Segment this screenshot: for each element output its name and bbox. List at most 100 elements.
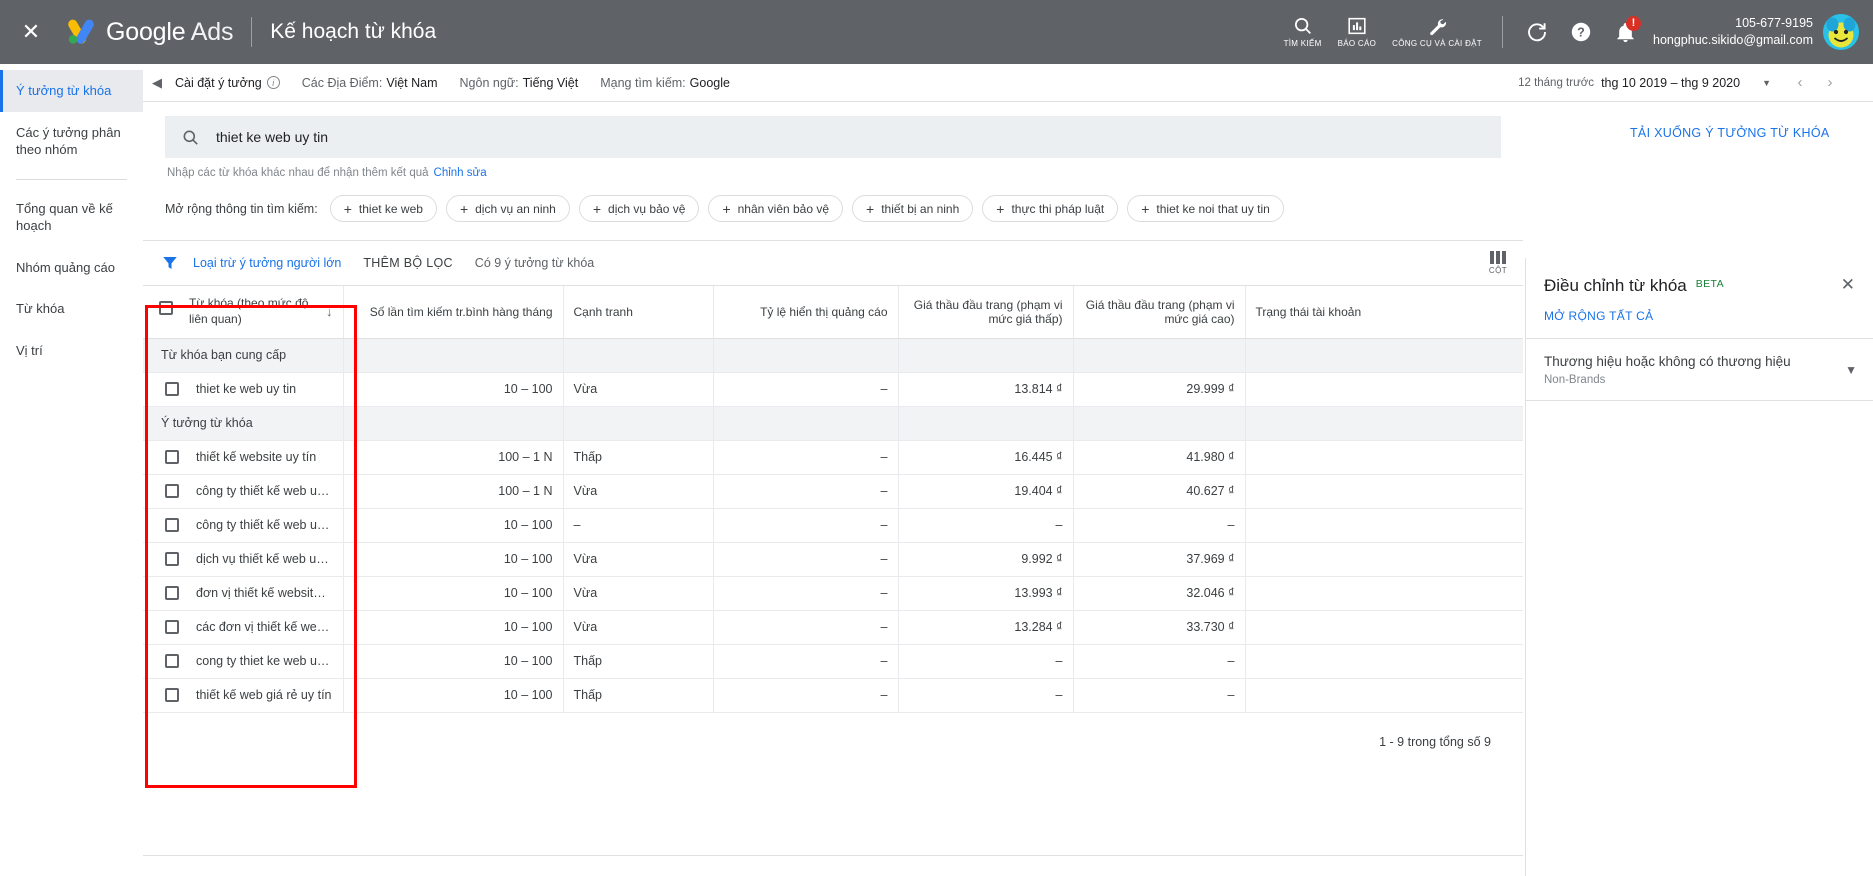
row-checkbox[interactable] [165, 620, 179, 634]
select-all-checkbox[interactable] [159, 301, 173, 315]
edit-keywords-link[interactable]: Chỉnh sửa [434, 167, 487, 179]
expand-all-button[interactable]: MỞ RỘNG TẤT CẢ [1526, 296, 1873, 338]
language-filter[interactable]: Ngôn ngữ: Tiếng Việt [460, 76, 579, 90]
filter-funnel-icon[interactable] [161, 254, 179, 272]
keyword-search-input[interactable]: thiet ke web uy tin [165, 116, 1501, 158]
row-checkbox[interactable] [165, 382, 179, 396]
sidebar-item-plan-overview[interactable]: Tổng quan về kế hoạch [0, 188, 143, 247]
cell-bid-low: 9.992 ₫ [898, 542, 1073, 576]
google-ads-keyword-planner-page: ✕ Google Ads Kế hoạch từ khóa TÌM KIẾM B… [0, 0, 1873, 876]
keyword-text: thiết kế web giá rẻ uy tín [196, 688, 332, 702]
notifications-button[interactable]: ! [1603, 10, 1647, 54]
expand-chip-4[interactable]: +thiết bị an ninh [852, 195, 973, 222]
reports-nav-button[interactable]: BÁO CÁO [1330, 0, 1385, 64]
close-icon[interactable]: ✕ [1841, 276, 1855, 293]
chevron-left-icon[interactable]: ‹ [1785, 74, 1815, 91]
cell-keyword: cong ty thiet ke web uy tin [143, 644, 343, 678]
column-header-competition[interactable]: Cạnh tranh [563, 286, 713, 338]
locations-filter[interactable]: Các Địa Điểm: Việt Nam [302, 76, 438, 90]
row-checkbox[interactable] [165, 552, 179, 566]
column-header-account-status[interactable]: Trạng thái tài khoản [1245, 286, 1523, 338]
expand-chip-3[interactable]: +nhân viên bảo vệ [708, 195, 843, 222]
close-icon[interactable]: ✕ [14, 15, 48, 49]
column-header-top-of-page-bid-high[interactable]: Giá thầu đầu trang (phạm vi mức giá cao) [1073, 286, 1245, 338]
expand-chip-1[interactable]: +dịch vụ an ninh [446, 195, 570, 222]
table-row[interactable]: thiết kế website uy tín 100 – 1 N Thấp –… [143, 440, 1523, 474]
sidebar-item-keyword-ideas[interactable]: Ý tưởng từ khóa [0, 70, 143, 112]
cell-bid-high: 37.969 ₫ [1073, 542, 1245, 576]
info-icon[interactable]: i [267, 76, 280, 89]
refine-row-brands[interactable]: Thương hiệu hoặc không có thương hiệu No… [1526, 338, 1873, 401]
brand-google: Google [106, 18, 185, 46]
expand-chip-6[interactable]: +thiet ke noi that uy tin [1127, 195, 1284, 222]
sidebar-item-ad-groups[interactable]: Nhóm quảng cáo [0, 247, 143, 289]
row-checkbox[interactable] [165, 688, 179, 702]
chevron-down-icon[interactable]: ▼ [1762, 78, 1771, 88]
cell-ad-impression-share: – [713, 440, 898, 474]
cell-competition: Thấp [563, 440, 713, 474]
row-checkbox[interactable] [165, 484, 179, 498]
sidebar-item-label: Các ý tưởng phân theo nhóm [16, 125, 121, 158]
expand-chip-0[interactable]: +thiet ke web [330, 195, 437, 222]
table-row[interactable]: đơn vị thiết kế website uy … 10 – 100 Vừ… [143, 576, 1523, 610]
column-header-top-of-page-bid-low[interactable]: Giá thầu đầu trang (phạm vi mức giá thấp… [898, 286, 1073, 338]
table-header-row: Từ khóa (theo mức độ liên quan) ↓ Số lần… [143, 286, 1523, 338]
tools-settings-nav-button[interactable]: CÔNG CỤ VÀ CÀI ĐẶT [1384, 0, 1490, 64]
cell-competition: Vừa [563, 542, 713, 576]
column-header-keyword[interactable]: Từ khóa (theo mức độ liên quan) ↓ [143, 286, 343, 338]
row-checkbox[interactable] [165, 450, 179, 464]
table-row[interactable]: cong ty thiet ke web uy tin 10 – 100 Thấ… [143, 644, 1523, 678]
table-group-header: Ý tưởng từ khóa [143, 406, 1523, 440]
table-row[interactable]: thiết kế web giá rẻ uy tín 10 – 100 Thấp… [143, 678, 1523, 712]
expand-chip-5[interactable]: +thực thi pháp luật [982, 195, 1118, 222]
table-row[interactable]: công ty thiết kế web uy tín… 10 – 100 – … [143, 508, 1523, 542]
search-input-value: thiet ke web uy tin [216, 129, 328, 145]
columns-button[interactable]: CỘT [1489, 251, 1507, 275]
search-icon [1292, 15, 1314, 37]
help-icon: ? [1569, 20, 1593, 44]
result-count-label: Có 9 ý tưởng từ khóa [475, 256, 594, 270]
sidebar-item-locations[interactable]: Vị trí [0, 330, 143, 372]
date-range-picker[interactable]: 12 tháng trước thg 10 2019 – thg 9 2020 … [1518, 76, 1785, 90]
locations-value: Việt Nam [386, 76, 437, 90]
sidebar-item-label: Tổng quan về kế hoạch [16, 201, 113, 234]
expand-chip-label: dịch vụ an ninh [475, 202, 556, 216]
table-row[interactable]: công ty thiết kế web uy tín 100 – 1 N Vừ… [143, 474, 1523, 508]
sort-descending-arrow[interactable]: ↓ [326, 304, 333, 319]
idea-settings-label: Cài đặt ý tưởng [175, 76, 262, 90]
search-nav-button[interactable]: TÌM KIẾM [1276, 0, 1330, 64]
search-zone: thiet ke web uy tin Nhập các từ khóa khá… [143, 102, 1523, 179]
cell-keyword: công ty thiết kế web uy tín… [143, 508, 343, 542]
collapse-left-icon[interactable]: ◀ [143, 75, 171, 91]
download-keyword-ideas-button[interactable]: TẢI XUỐNG Ý TƯỞNG TỪ KHÓA [1630, 126, 1870, 140]
cell-keyword: công ty thiết kế web uy tín [143, 474, 343, 508]
row-checkbox[interactable] [165, 518, 179, 532]
cell-avg-monthly-searches: 10 – 100 [343, 678, 563, 712]
chevron-down-icon[interactable]: ▼ [1833, 363, 1857, 377]
account-info[interactable]: 105-677-9195 hongphuc.sikido@gmail.com [1653, 15, 1813, 49]
cell-bid-low: 19.404 ₫ [898, 474, 1073, 508]
chevron-right-icon[interactable]: › [1815, 74, 1845, 91]
table-row[interactable]: dịch vụ thiết kế web uy tín 10 – 100 Vừa… [143, 542, 1523, 576]
help-button[interactable]: ? [1559, 10, 1603, 54]
row-checkbox[interactable] [165, 654, 179, 668]
network-value: Google [690, 76, 730, 90]
cell-ad-impression-share: – [713, 576, 898, 610]
exclude-adult-ideas-filter[interactable]: Loại trừ ý tưởng người lớn [193, 256, 341, 270]
columns-icon [1490, 251, 1506, 264]
table-row[interactable]: các đơn vị thiết kế websit… 10 – 100 Vừa… [143, 610, 1523, 644]
idea-settings-button[interactable]: Cài đặt ý tưởng i [171, 76, 280, 90]
avatar[interactable] [1823, 14, 1859, 50]
wrench-tools-icon [1426, 15, 1448, 37]
sidebar-item-grouped-ideas[interactable]: Các ý tưởng phân theo nhóm [0, 112, 143, 171]
refresh-button[interactable] [1515, 10, 1559, 54]
column-header-avg-monthly-searches[interactable]: Số lần tìm kiếm tr.bình hàng tháng [343, 286, 563, 338]
column-header-ad-impression-share[interactable]: Tỷ lệ hiển thị quảng cáo [713, 286, 898, 338]
cell-competition: – [563, 508, 713, 542]
add-filter-button[interactable]: THÊM BỘ LỌC [363, 256, 452, 270]
expand-chip-2[interactable]: +dịch vụ bảo vệ [579, 195, 700, 222]
network-filter[interactable]: Mạng tìm kiếm: Google [600, 76, 730, 90]
sidebar-item-keywords[interactable]: Từ khóa [0, 288, 143, 330]
table-row[interactable]: thiet ke web uy tin 10 – 100 Vừa – 13.81… [143, 372, 1523, 406]
row-checkbox[interactable] [165, 586, 179, 600]
